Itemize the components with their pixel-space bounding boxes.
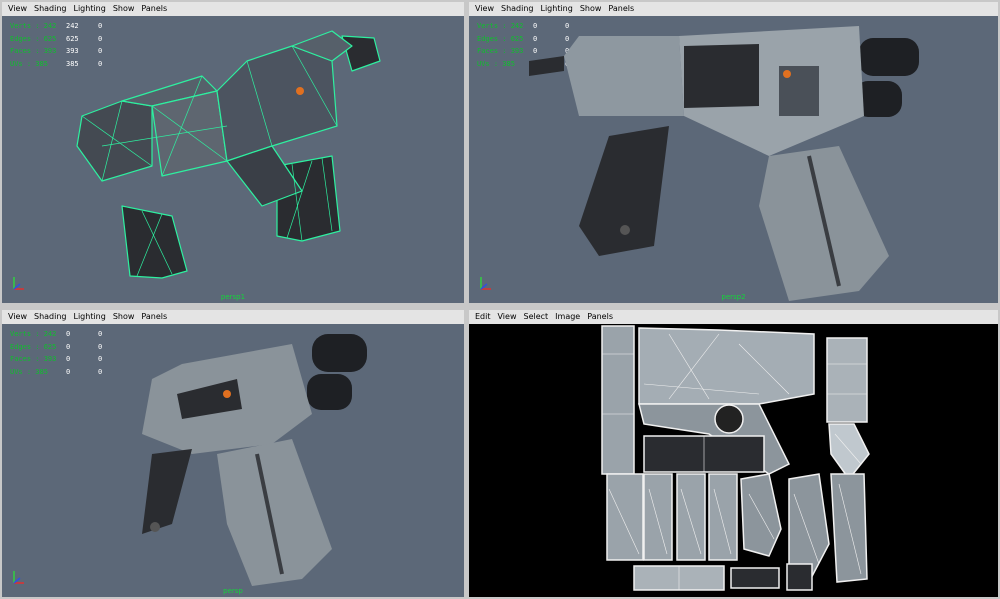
menu-panels[interactable]: Panels [608,2,634,16]
gun-textured-model [529,26,919,301]
uv-texture-editor-pane[interactable]: Edit View Select Image Panels [469,310,998,597]
panel-menubar: View Shading Lighting Show Panels [2,310,464,324]
menu-view[interactable]: View [475,2,494,16]
menu-lighting[interactable]: Lighting [73,2,105,16]
panel-menubar: View Shading Lighting Show Panels [469,2,998,16]
menu-view[interactable]: View [8,2,27,16]
camera-label: persp2 [721,293,746,301]
camera-label: persp [223,587,243,595]
menu-show[interactable]: Show [113,310,135,324]
viewport-3d[interactable]: Verts : 242 0 0 Edges : 625 0 0 Faces : 393 0… [469,16,998,303]
menu-edit[interactable]: Edit [475,310,491,324]
menu-show[interactable]: Show [113,2,135,16]
uv-editor-menubar: Edit View Select Image Panels [469,310,998,324]
axis-gizmo-icon [13,571,24,584]
gun-wireframe-model [76,30,381,279]
viewport-3d[interactable]: Verts : 242 242 0 Edges : 625 625 0 Faces : … [2,16,464,303]
menu-lighting[interactable]: Lighting [540,2,572,16]
menu-panels[interactable]: Panels [587,310,613,324]
viewport-pane-persp1[interactable]: View Shading Lighting Show Panels Verts … [2,2,464,303]
viewport-3d[interactable]: Verts : 242 0 0 Edges : 625 0 0 Faces : 393 0… [2,324,464,597]
menu-view[interactable]: View [8,310,27,324]
menu-image[interactable]: Image [555,310,580,324]
uv-canvas[interactable] [469,324,998,597]
camera-label: persp1 [220,293,246,301]
menu-panels[interactable]: Panels [141,2,167,16]
viewport-pane-persp2[interactable]: View Shading Lighting Show Panels Verts … [469,2,998,303]
menu-view[interactable]: View [498,310,517,324]
menu-panels[interactable]: Panels [141,310,167,324]
panel-menubar: View Shading Lighting Show Panels [2,2,464,16]
menu-shading[interactable]: Shading [34,2,67,16]
menu-lighting[interactable]: Lighting [73,310,105,324]
uv-layout [601,325,870,591]
menu-select[interactable]: Select [523,310,548,324]
menu-shading[interactable]: Shading [501,2,534,16]
menu-shading[interactable]: Shading [34,310,67,324]
axis-gizmo-icon [13,277,24,290]
viewport-pane-persp[interactable]: View Shading Lighting Show Panels Verts … [2,310,464,597]
gun-textured-model [142,334,367,586]
axis-gizmo-icon [480,277,491,290]
menu-show[interactable]: Show [580,2,602,16]
